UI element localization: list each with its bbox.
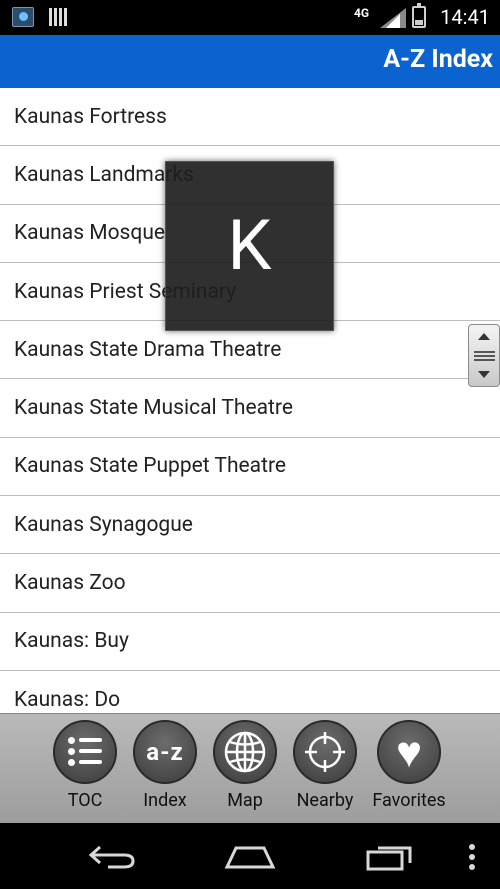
list-item[interactable]: Kaunas: Buy [0, 613, 500, 671]
favorites-button[interactable]: ♥ Favorites [369, 720, 449, 811]
list-item[interactable]: Kaunas State Puppet Theatre [0, 438, 500, 497]
list-item[interactable]: Kaunas Zoo [0, 554, 500, 613]
status-time: 14:41 [440, 5, 490, 29]
fast-scroll-thumb[interactable] [468, 324, 500, 387]
list-icon [68, 737, 102, 767]
overflow-menu-icon[interactable] [468, 843, 476, 871]
network-type: 4G [354, 6, 370, 20]
chevron-up-icon [478, 333, 490, 340]
favorites-label: Favorites [372, 790, 446, 811]
battery-icon [412, 3, 426, 28]
index-label: Index [143, 790, 187, 811]
index-button[interactable]: a-z Index [125, 720, 205, 811]
nearby-button[interactable]: Nearby [285, 720, 365, 811]
nearby-label: Nearby [296, 790, 354, 811]
nearby-icon-circle [293, 720, 357, 784]
az-icon: a-z [146, 738, 184, 766]
index-icon-circle: a-z [133, 720, 197, 784]
signal-icon [380, 8, 406, 28]
list-item[interactable]: Kaunas Synagogue [0, 496, 500, 555]
favorites-icon-circle: ♥ [377, 720, 441, 784]
list-item[interactable]: Kaunas: Do [0, 671, 500, 713]
toc-icon-circle [53, 720, 117, 784]
section-letter-overlay: K [165, 161, 334, 331]
status-bar: 4G 14:41 [0, 0, 500, 35]
title-bar: A-Z Index [0, 35, 500, 88]
list-item[interactable]: Kaunas State Musical Theatre [0, 379, 500, 438]
system-nav-bar [0, 823, 500, 889]
toc-label: TOC [67, 790, 103, 811]
heart-icon: ♥ [395, 726, 423, 778]
crosshair-icon [305, 732, 345, 772]
chevron-down-icon [478, 371, 490, 378]
map-label: Map [227, 790, 263, 811]
notification-app-icon [12, 7, 34, 27]
bottom-toolbar: TOC a-z Index Map Nearby ♥ Favorites [0, 713, 500, 823]
section-letter: K [227, 205, 272, 287]
list-item[interactable]: Kaunas Fortress [0, 88, 500, 147]
page-title: A-Z Index [383, 45, 493, 74]
toc-button[interactable]: TOC [45, 720, 125, 811]
back-icon[interactable] [88, 843, 136, 869]
map-button[interactable]: Map [205, 720, 285, 811]
globe-icon [224, 731, 266, 773]
map-icon-circle [213, 720, 277, 784]
grip-icon [474, 351, 495, 361]
notification-barcode-icon [49, 8, 67, 26]
recents-icon[interactable] [366, 843, 414, 871]
home-icon[interactable] [224, 845, 276, 869]
